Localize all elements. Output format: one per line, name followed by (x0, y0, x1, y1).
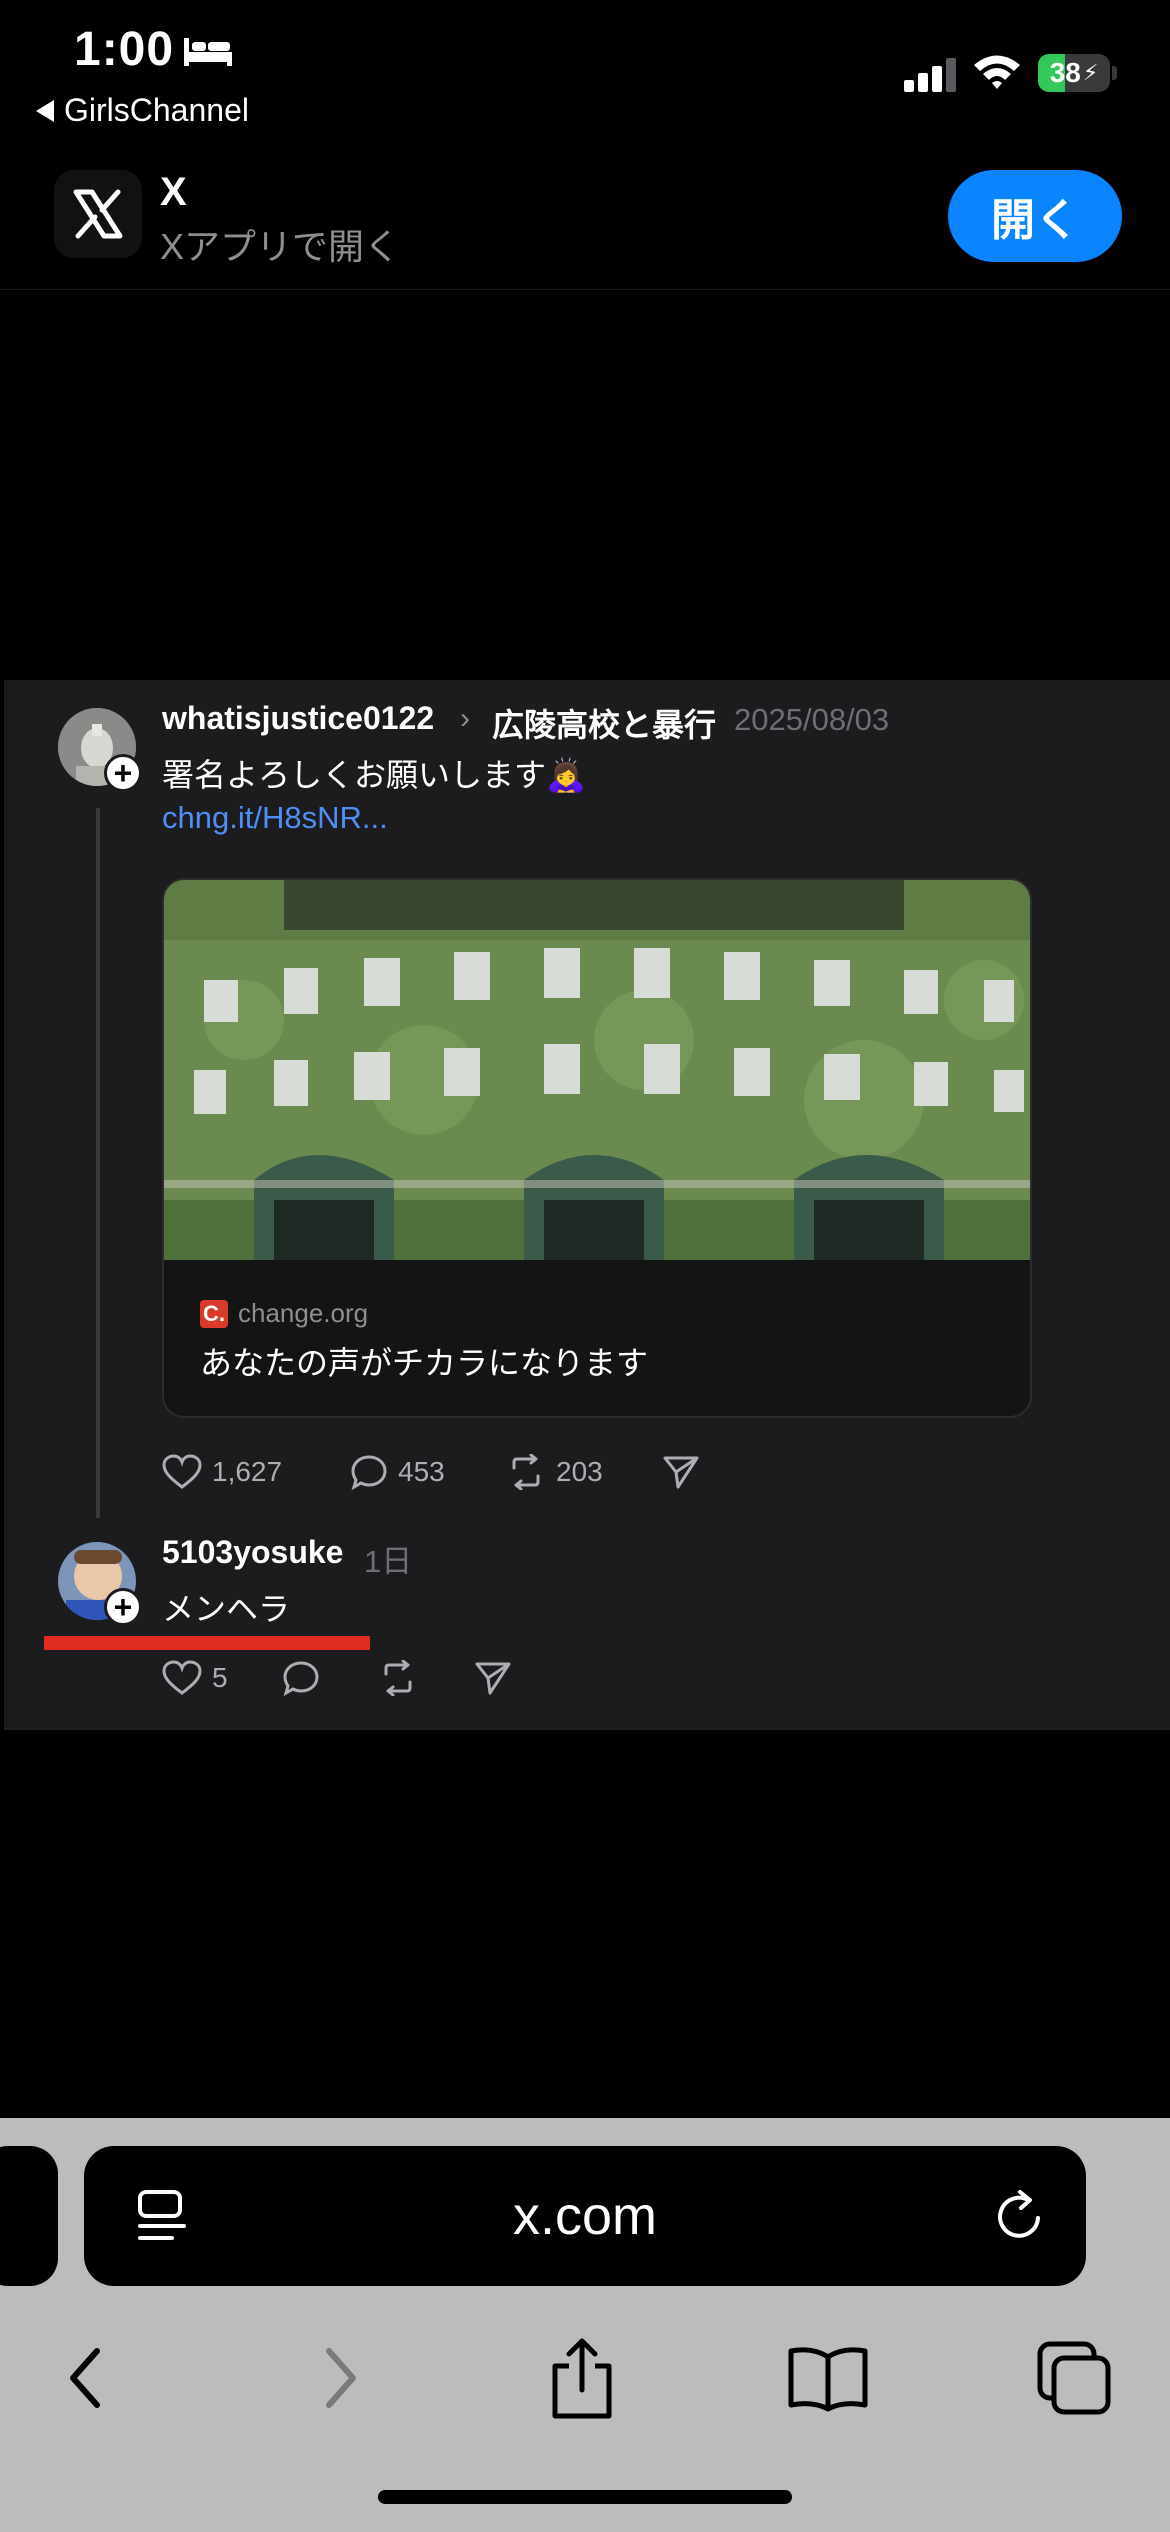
post-username[interactable]: whatisjustice0122 (162, 700, 434, 737)
tabs-button[interactable] (1024, 2318, 1124, 2438)
follow-plus-icon[interactable]: + (104, 754, 142, 792)
repost-button[interactable]: 203 (506, 1454, 662, 1490)
safari-nav-row (0, 2318, 1170, 2438)
x-logo-icon (54, 170, 142, 258)
change-org-favicon-icon: C. (200, 1299, 228, 1328)
share-sheet-button[interactable] (532, 2318, 632, 2438)
follow-plus-icon[interactable]: + (104, 1588, 142, 1626)
back-triangle-icon (36, 99, 54, 122)
comment-icon (283, 1661, 319, 1696)
open-app-button[interactable]: 開く (948, 170, 1122, 262)
battery-indicator: 38 ⚡ (1038, 54, 1110, 92)
heart-icon (162, 1660, 202, 1695)
status-time: 1:00 (74, 23, 175, 76)
home-indicator[interactable] (378, 2490, 792, 2504)
forward-button[interactable] (290, 2318, 390, 2438)
post-date[interactable]: 2025/08/03 (734, 702, 889, 738)
link-preview-card[interactable]: C. change.org あなたの声がチカラになります (162, 878, 1032, 1418)
banner-app-name: X (160, 170, 187, 214)
bookmarks-button[interactable] (778, 2318, 878, 2438)
share-icon (552, 2338, 612, 2419)
cellular-signal-icon (904, 58, 956, 92)
tabs-icon (1037, 2341, 1111, 2415)
banner-subtitle: Xアプリで開く (160, 226, 401, 267)
send-icon (475, 1662, 511, 1695)
reply-button[interactable] (282, 1660, 378, 1696)
post-text: 署名よろしくお願いします🙇‍♀️ (162, 757, 586, 793)
thread-connector (96, 808, 100, 1518)
address-bar[interactable]: x.com (84, 2146, 1086, 2286)
back-app-label: GirlsChannel (64, 92, 249, 128)
post-username[interactable]: 5103yosuke (162, 1534, 343, 1571)
chevron-right-icon (326, 2348, 356, 2408)
red-highlight-underline (44, 1636, 370, 1650)
book-icon (788, 2347, 868, 2412)
post-link[interactable]: chng.it/H8sNR... (162, 800, 388, 836)
like-button[interactable]: 5 (162, 1660, 282, 1696)
status-bar: 1:00 GirlsChannel 38 ⚡ (0, 0, 1170, 140)
battery-percentage: 38 ⚡ (1049, 57, 1099, 88)
post-date[interactable]: 1日 (364, 1536, 412, 1581)
like-count: 5 (212, 1662, 228, 1693)
back-to-app-link[interactable]: GirlsChannel (36, 92, 249, 129)
previous-tab-preview[interactable] (0, 2146, 58, 2286)
repost-button[interactable] (378, 1660, 474, 1696)
repost-icon (384, 1660, 412, 1696)
post-text: メンヘラ (162, 1591, 291, 1627)
chevron-right-icon: › (460, 702, 470, 735)
like-count: 1,627 (212, 1456, 283, 1487)
reply-count: 453 (398, 1456, 445, 1487)
card-source: C. change.org (200, 1298, 368, 1329)
chevron-left-icon (70, 2348, 100, 2408)
url-text: x.com (512, 2186, 658, 2246)
post-actions: 5 (162, 1660, 512, 1696)
safari-toolbar: x.com (0, 2118, 1170, 2532)
bed-icon (184, 38, 232, 66)
stadium-image (164, 880, 1030, 1260)
comment-icon (351, 1455, 387, 1490)
wifi-icon (974, 55, 1020, 89)
x-embed-thread: + whatisjustice0122 › 広陵高校と暴行 2025/08/03… (4, 680, 1170, 1730)
open-in-app-banner: X Xアプリで開く 開く (0, 150, 1170, 290)
card-domain: change.org (238, 1298, 369, 1328)
heart-icon (162, 1454, 202, 1489)
reload-icon[interactable] (990, 2186, 1050, 2246)
card-title: あなたの声がチカラになります (200, 1345, 649, 1381)
repost-icon (512, 1454, 540, 1490)
like-button[interactable]: 1,627 (162, 1454, 350, 1490)
post-topic[interactable]: 広陵高校と暴行 (492, 700, 716, 746)
back-button[interactable] (36, 2318, 136, 2438)
post-actions: 1,627 453 203 (162, 1454, 700, 1490)
share-button[interactable] (474, 1660, 512, 1696)
battery-tip (1112, 66, 1117, 80)
send-icon (663, 1456, 699, 1489)
repost-count: 203 (556, 1456, 603, 1487)
share-button[interactable] (662, 1454, 700, 1490)
reply-button[interactable]: 453 (350, 1454, 506, 1490)
